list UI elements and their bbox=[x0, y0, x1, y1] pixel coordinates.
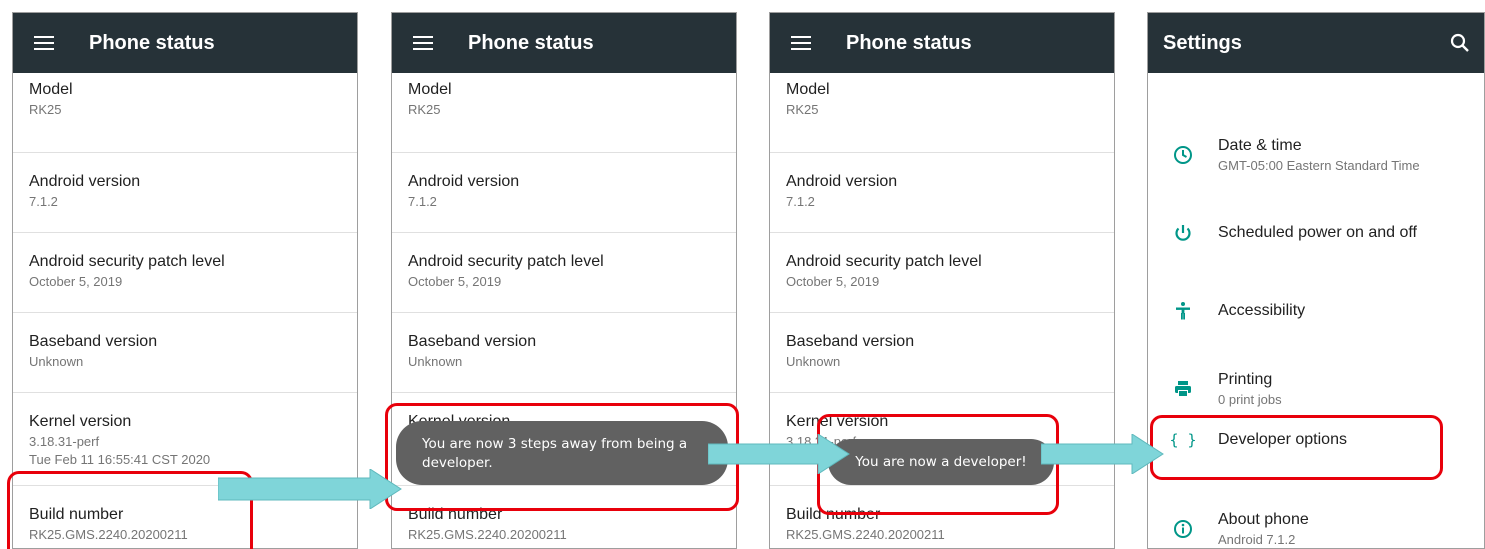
highlight-toast-developer bbox=[817, 414, 1059, 515]
list-item-security-patch[interactable]: Android security patch level October 5, … bbox=[392, 233, 736, 313]
item-title: Baseband version bbox=[29, 333, 158, 350]
app-bar: Phone status bbox=[770, 13, 1114, 73]
accessibility-icon bbox=[1148, 301, 1218, 321]
item-title: Android security patch level bbox=[786, 253, 982, 270]
menu-icon[interactable] bbox=[791, 36, 811, 50]
settings-item-date-time[interactable]: Date & time GMT-05:00 Eastern Standard T… bbox=[1148, 116, 1484, 194]
item-value: 3.18.31-perf bbox=[29, 434, 100, 449]
printer-icon bbox=[1148, 379, 1218, 399]
highlight-build-number bbox=[7, 471, 253, 549]
item-value: RK25 bbox=[408, 102, 441, 117]
item-value: RK25 bbox=[29, 102, 62, 117]
highlight-toast-steps bbox=[385, 403, 739, 511]
page-title: Settings bbox=[1163, 31, 1242, 54]
settings-item-scheduled-power[interactable]: Scheduled power on and off bbox=[1148, 194, 1484, 272]
app-bar: Phone status bbox=[392, 13, 736, 73]
app-bar: Settings bbox=[1148, 13, 1484, 73]
item-value: RK25.GMS.2240.20200211 bbox=[786, 527, 945, 542]
list-item-model[interactable]: Model RK25 bbox=[13, 73, 357, 153]
list-item-baseband[interactable]: Baseband version Unknown bbox=[392, 313, 736, 393]
item-value: Unknown bbox=[408, 354, 463, 369]
item-title: Android version bbox=[408, 173, 520, 190]
settings-item-about-phone[interactable]: About phone Android 7.1.2 bbox=[1148, 490, 1484, 548]
item-title: Model bbox=[29, 81, 73, 98]
list-item-baseband[interactable]: Baseband version Unknown bbox=[770, 313, 1114, 393]
item-value-2: Tue Feb 11 16:55:41 CST 2020 bbox=[29, 452, 211, 467]
item-value: RK25.GMS.2240.20200211 bbox=[408, 527, 567, 542]
menu-icon[interactable] bbox=[34, 36, 54, 50]
list-item-security-patch[interactable]: Android security patch level October 5, … bbox=[13, 233, 357, 313]
item-title: Baseband version bbox=[786, 333, 915, 350]
item-value: 7.1.2 bbox=[408, 194, 437, 209]
menu-icon[interactable] bbox=[413, 36, 433, 50]
item-value: Unknown bbox=[786, 354, 841, 369]
app-bar: Phone status bbox=[13, 13, 357, 73]
item-title: Model bbox=[786, 81, 830, 98]
item-value: October 5, 2019 bbox=[786, 274, 880, 289]
clock-icon bbox=[1148, 145, 1218, 165]
item-subtitle: Android 7.1.2 bbox=[1218, 532, 1296, 547]
item-title: Android security patch level bbox=[408, 253, 604, 270]
item-title: Printing bbox=[1218, 371, 1273, 388]
list-item-android-version[interactable]: Android version 7.1.2 bbox=[392, 153, 736, 233]
item-title: About phone bbox=[1218, 511, 1309, 528]
item-title: Accessibility bbox=[1218, 302, 1306, 319]
item-title: Android version bbox=[29, 173, 141, 190]
list-item-model[interactable]: Model RK25 bbox=[770, 73, 1114, 153]
arrow-right-icon bbox=[708, 434, 850, 474]
item-title: Date & time bbox=[1218, 137, 1302, 154]
item-value: Unknown bbox=[29, 354, 84, 369]
item-value: 7.1.2 bbox=[29, 194, 58, 209]
item-title: Scheduled power on and off bbox=[1218, 224, 1417, 241]
item-title: Android version bbox=[786, 173, 898, 190]
power-icon bbox=[1148, 223, 1218, 243]
item-subtitle: GMT-05:00 Eastern Standard Time bbox=[1218, 158, 1420, 173]
item-title: Android security patch level bbox=[29, 253, 225, 270]
list-item-android-version[interactable]: Android version 7.1.2 bbox=[770, 153, 1114, 233]
page-title: Phone status bbox=[89, 31, 215, 54]
settings-item-accessibility[interactable]: Accessibility bbox=[1148, 272, 1484, 350]
list-item-baseband[interactable]: Baseband version Unknown bbox=[13, 313, 357, 393]
arrow-right-icon bbox=[1041, 434, 1164, 474]
page-title: Phone status bbox=[468, 31, 594, 54]
item-title: Kernel version bbox=[29, 413, 132, 430]
page-title: Phone status bbox=[846, 31, 972, 54]
info-icon bbox=[1148, 519, 1218, 539]
list-item-model[interactable]: Model RK25 bbox=[392, 73, 736, 153]
search-icon[interactable] bbox=[1450, 33, 1470, 53]
highlight-developer-options bbox=[1150, 415, 1443, 480]
list-item-android-version[interactable]: Android version 7.1.2 bbox=[13, 153, 357, 233]
item-title: Model bbox=[408, 81, 452, 98]
item-value: RK25 bbox=[786, 102, 819, 117]
arrow-right-icon bbox=[218, 469, 402, 509]
item-value: 7.1.2 bbox=[786, 194, 815, 209]
item-value: October 5, 2019 bbox=[408, 274, 502, 289]
item-value: October 5, 2019 bbox=[29, 274, 123, 289]
list-item-security-patch[interactable]: Android security patch level October 5, … bbox=[770, 233, 1114, 313]
item-title: Baseband version bbox=[408, 333, 537, 350]
